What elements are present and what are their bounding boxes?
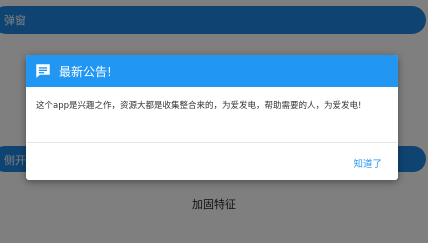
dialog-title: 最新公告! bbox=[59, 65, 112, 79]
ok-button[interactable]: 知道了 bbox=[353, 156, 382, 170]
message-icon bbox=[34, 62, 52, 80]
announcement-dialog: 最新公告! 这个app是兴趣之作，资源大都是收集整合来的，为爱发电，帮助需要的人… bbox=[26, 55, 398, 180]
dialog-divider bbox=[26, 142, 398, 143]
app-screen: 弹窗 侧开 加固特征 最新公告! 这个app是兴趣之作，资源大都是收集整合来的，… bbox=[0, 0, 428, 243]
dialog-message: 这个app是兴趣之作，资源大都是收集整合来的，为爱发电，帮助需要的人，为爱发电! bbox=[36, 101, 362, 111]
dialog-header: 最新公告! bbox=[26, 55, 398, 87]
